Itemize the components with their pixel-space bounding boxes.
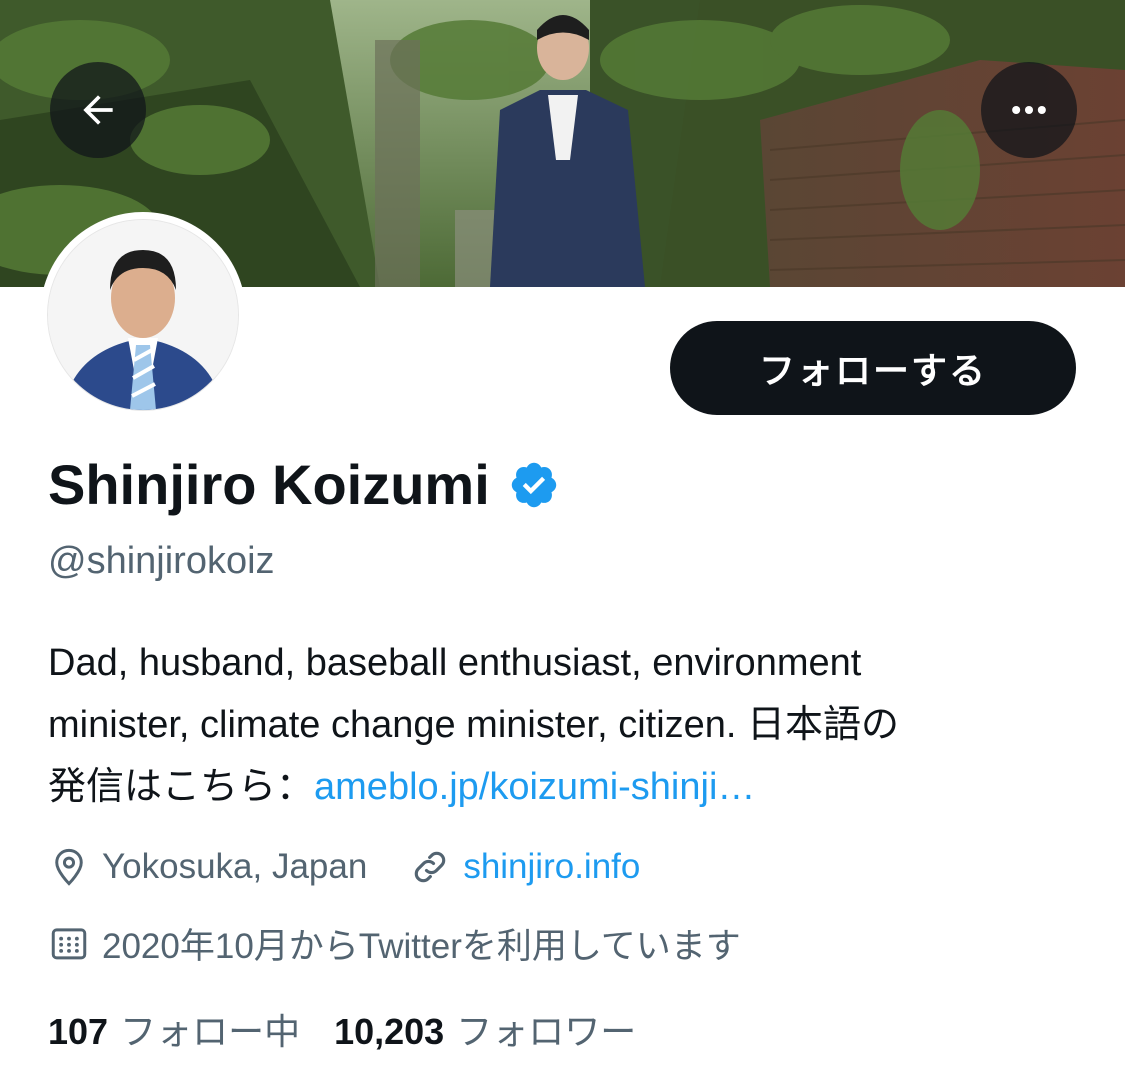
following-count: 107	[48, 1011, 109, 1052]
display-name: Shinjiro Koizumi	[48, 447, 560, 523]
profile-meta-joined: 2020年10月からTwitterを利用しています	[48, 918, 741, 968]
link-icon	[415, 851, 446, 883]
profile-meta-location-website: Yokosuka, Japan shinjiro.info	[48, 842, 640, 892]
followers-label: フォロワー	[456, 1011, 637, 1052]
more-options-button[interactable]	[981, 62, 1077, 158]
more-horizontal-icon	[1012, 105, 1046, 115]
bio-line-1: Dad, husband, baseball enthusiast, envir…	[48, 642, 862, 684]
verified-badge-icon[interactable]	[508, 459, 560, 511]
bio-line-3-prefix: 発信はこちら：	[48, 766, 315, 808]
bio-line-3: 発信はこちら：ameblo.jp/koizumi-shinji…	[48, 756, 1088, 818]
avatar-image	[47, 219, 239, 411]
bio-line-2: minister, climate change minister, citiz…	[48, 704, 900, 746]
follow-button[interactable]: フォローする	[670, 321, 1076, 415]
location-pin-icon	[55, 848, 83, 886]
calendar-icon	[51, 928, 87, 960]
joined-date-text: 2020年10月からTwitterを利用しています	[102, 926, 741, 966]
location-text: Yokosuka, Japan	[102, 847, 368, 886]
arrow-left-icon	[83, 95, 113, 125]
profile-avatar[interactable]	[40, 212, 246, 418]
following-link[interactable]: 107 フォロー中	[48, 1003, 300, 1055]
username-handle: @shinjirokoiz	[48, 540, 275, 582]
follow-stats: 107 フォロー中 10,203 フォロワー	[48, 1003, 636, 1055]
followers-count: 10,203	[334, 1011, 445, 1052]
bio-link[interactable]: ameblo.jp/koizumi-shinji…	[314, 766, 755, 808]
profile-bio: Dad, husband, baseball enthusiast, envir…	[48, 632, 1088, 818]
website-link[interactable]: shinjiro.info	[463, 847, 640, 887]
followers-link[interactable]: 10,203 フォロワー	[334, 1003, 636, 1055]
following-label: フォロー中	[120, 1011, 301, 1052]
display-name-text: Shinjiro Koizumi	[48, 453, 490, 516]
back-button[interactable]	[50, 62, 146, 158]
